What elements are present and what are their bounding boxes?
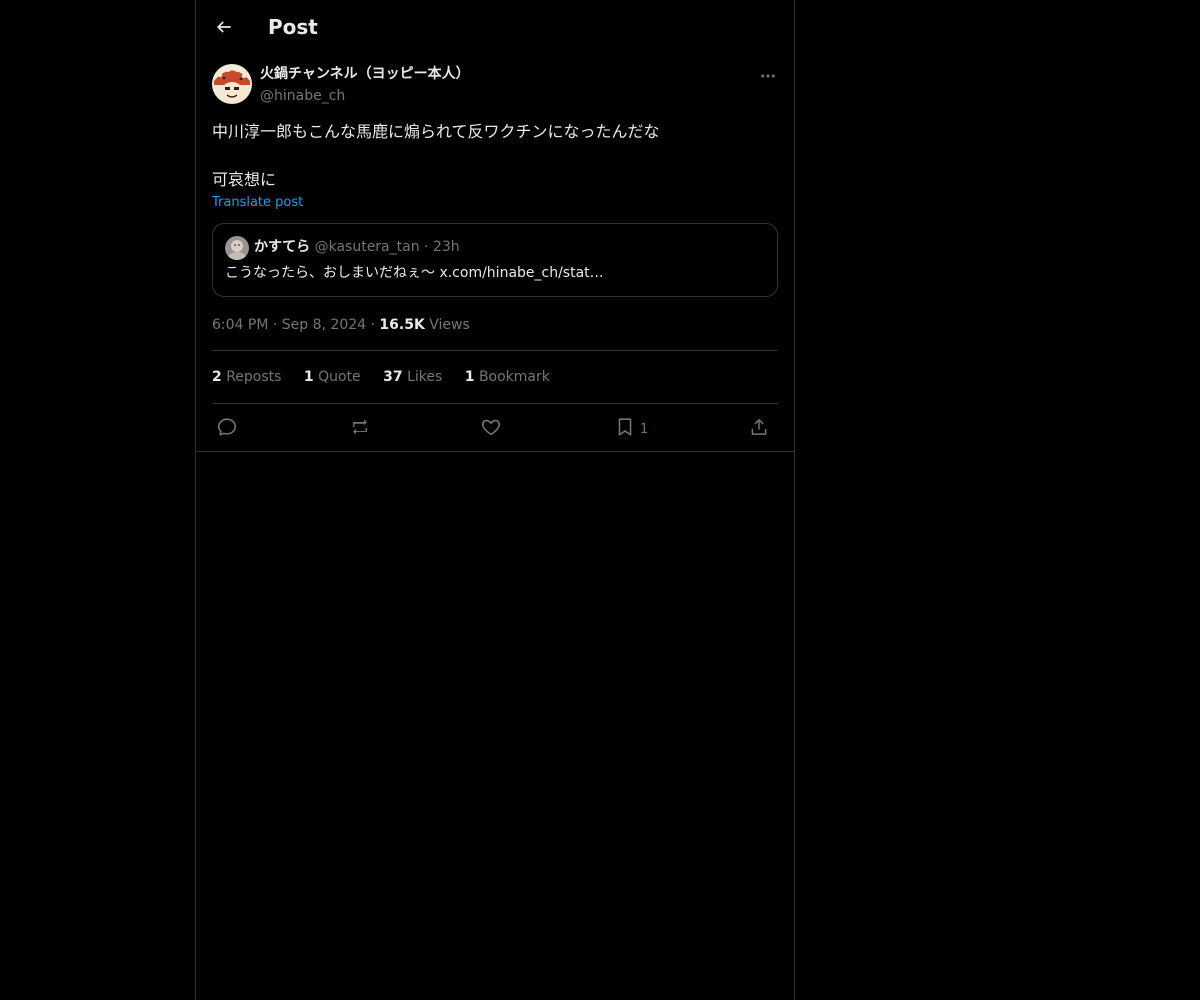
more-horizontal-icon	[761, 74, 775, 78]
like-button[interactable]	[480, 415, 502, 439]
author-handle[interactable]: @hinabe_ch	[260, 86, 345, 106]
meta-separator: ·	[272, 317, 278, 333]
action-bar: 1	[212, 415, 778, 439]
repost-icon	[353, 419, 367, 435]
bookmark-icon	[618, 418, 632, 436]
divider	[212, 350, 778, 351]
post-text: 中川淳一郎もこんな馬鹿に煽られて反ワクチンになったんだな 可哀想に	[212, 120, 778, 192]
reposts-stat[interactable]: 2 Reposts	[212, 369, 286, 385]
quoted-post[interactable]: かすてら @kasutera_tan · 23h こうなったら、おしまいだねぇ〜…	[212, 223, 778, 297]
post-text-spacer	[212, 144, 778, 168]
bookmark-count: 1	[640, 421, 649, 437]
quotes-stat[interactable]: 1 Quote	[304, 369, 365, 385]
quoted-author-handle: @kasutera_tan	[314, 239, 420, 255]
author-name[interactable]: 火鍋チャンネル（ヨッピー本人）	[260, 64, 470, 84]
post-text-line: 可哀想に	[212, 170, 277, 189]
quoted-text: こうなったら、おしまいだねぇ〜 x.com/hinabe_ch/stat…	[225, 265, 604, 281]
avatar[interactable]	[212, 64, 252, 104]
quotes-count: 1	[303, 369, 314, 385]
repost-button[interactable]	[349, 415, 371, 439]
quoted-timestamp: 23h	[432, 239, 460, 255]
quoted-separator: ·	[424, 239, 429, 255]
likes-count: 37	[383, 369, 403, 385]
share-button[interactable]	[748, 415, 770, 439]
arrow-left-icon	[216, 21, 231, 33]
author-avatar-icon	[212, 64, 252, 104]
reply-icon	[217, 418, 237, 436]
quoted-avatar-icon	[225, 236, 249, 260]
bookmarks-stat[interactable]: 1 Bookmark	[465, 369, 550, 385]
reposts-count: 2	[212, 369, 222, 385]
likes-label: Likes	[407, 369, 443, 385]
divider	[212, 403, 778, 404]
back-button[interactable]	[208, 11, 240, 43]
page-title: Post	[268, 15, 318, 39]
post-stats: 2 Reposts 1 Quote 37 Likes 1 Bookmark	[212, 367, 568, 387]
reply-button[interactable]	[216, 415, 238, 439]
page-header: Post	[196, 0, 794, 54]
heart-icon	[481, 419, 501, 436]
translate-post-link[interactable]: Translate post	[212, 194, 303, 212]
primary-column: Post 火鍋チャンネル（ヨッピー本人） @hinabe_ch 中川淳一郎もこん…	[195, 0, 795, 1000]
post-meta: 6:04 PM · Sep 8, 2024 · 16.5K Views	[212, 315, 470, 335]
more-options-button[interactable]	[756, 64, 780, 88]
post-detail: 火鍋チャンネル（ヨッピー本人） @hinabe_ch 中川淳一郎もこんな馬鹿に煽…	[196, 54, 794, 452]
quoted-author-name: かすてら	[254, 239, 311, 255]
post-time[interactable]: 6:04 PM	[212, 317, 268, 333]
bookmarks-count: 1	[464, 369, 475, 385]
bookmark-button[interactable]: 1	[614, 415, 648, 439]
quotes-label: Quote	[318, 369, 361, 385]
quoted-avatar	[225, 236, 249, 260]
post-date[interactable]: Sep 8, 2024	[282, 317, 366, 333]
reposts-label: Reposts	[226, 369, 282, 385]
meta-separator: ·	[370, 317, 375, 333]
views-label: Views	[429, 317, 470, 333]
post-text-line: 中川淳一郎もこんな馬鹿に煽られて反ワクチンになったんだな	[212, 122, 660, 141]
likes-stat[interactable]: 37 Likes	[383, 369, 447, 385]
share-icon	[751, 418, 767, 435]
views-count: 16.5K	[379, 317, 425, 333]
quoted-meta: かすてら @kasutera_tan · 23h	[254, 237, 460, 257]
bookmarks-label: Bookmark	[478, 369, 550, 385]
